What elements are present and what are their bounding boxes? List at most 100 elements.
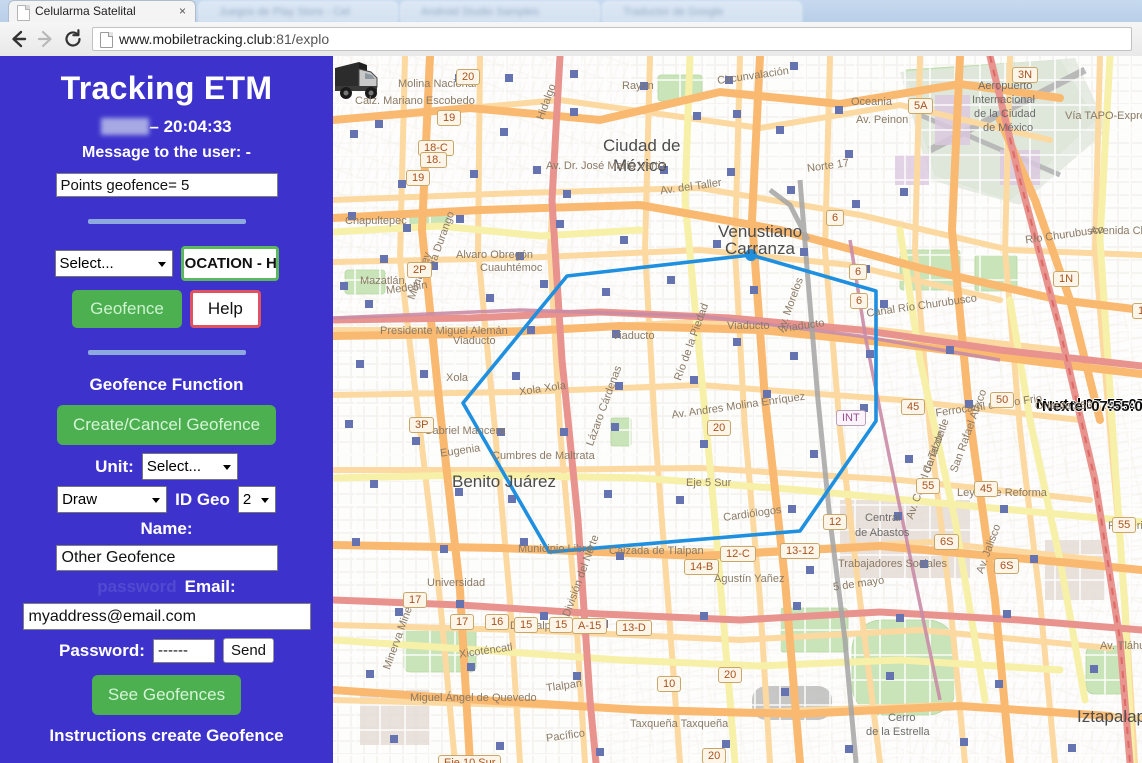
forward-arrow-icon[interactable] [34,28,56,50]
url-text: www.mobiletracking.club:81/explo [119,31,329,47]
create-cancel-geofence-button[interactable]: Create/Cancel Geofence [56,405,277,445]
page-title: Tracking ETM [60,70,273,106]
clock-separator: – [149,117,159,136]
url-host: www.mobiletracking.club [119,31,273,47]
unit-label: Unit: [95,456,134,476]
see-geofences-button[interactable]: See Geofences [91,675,242,715]
background-tab-1[interactable]: Juegos de Play Store - Cel [198,1,398,22]
map-route-shield: 20 [456,69,481,85]
draw-select[interactable]: Draw [57,486,168,513]
tab-strip: Juegos de Play Store - Cel Android Studi… [0,0,1142,22]
map-route-shield: 6S [934,534,960,550]
map-route-shield: 14-B [684,559,720,575]
background-tab-2-label: Android Studio Samples [421,6,540,18]
help-button[interactable]: Help [189,290,261,328]
divider-2 [87,350,246,355]
map-route-shield: 6S [994,558,1020,574]
map-route-shield: 12 [823,514,848,530]
page-info-icon [100,32,113,48]
password-input[interactable] [152,638,215,663]
redacted-username [101,118,150,135]
clock-value: 20:04:33 [163,117,232,136]
id-geo-select-wrapper: 2 [237,486,276,513]
location-history-button[interactable]: LOCATION - HISTORY [180,246,279,281]
map-route-shield: 19 [406,170,431,186]
map-route-shield: 3P [409,417,435,433]
active-tab-title: Celularma Satelital [35,4,136,18]
map-route-shield: 20 [702,748,727,763]
map-route-shield: 55 [916,478,941,494]
email-label-row: password Email: [0,577,333,597]
background-tab-3[interactable]: Traductor de Google [602,1,802,22]
map-route-shield: 20 [718,667,743,683]
map-route-shield: 17 [450,614,475,630]
draw-select-wrapper: Draw [57,486,168,513]
password-faded-label: password [97,577,177,596]
draw-idgeo-row: Draw ID Geo 2 [0,486,333,513]
map-route-shield: INT [836,410,866,426]
points-geofence-field[interactable] [55,173,278,197]
vehicle-marker-truck-icon[interactable] [333,56,385,102]
navigation-bar: www.mobiletracking.club:81/explo [0,22,1142,57]
map-route-shield: 17 [403,592,428,608]
map-route-shield: 20 [707,420,732,436]
background-tab-3-label: Traductor de Google [623,6,724,18]
map-route-shield: 50 [990,392,1015,408]
map-route-shield: 6 [826,210,845,226]
id-geo-label: ID Geo [175,489,230,509]
map-route-shield: 3N [1012,67,1039,83]
id-geo-select[interactable]: 2 [237,486,276,513]
unit-row: Unit: Select... [0,453,333,480]
map-route-shield: 15 [514,617,539,633]
instructions-link[interactable]: Instructions create Geofence [0,726,333,746]
map-route-shield: 10 [657,676,682,692]
map-route-shield: 6 [850,293,869,309]
unit-select-wrapper: Select... [141,453,238,480]
back-arrow-icon[interactable] [8,28,30,50]
email-label: Email: [184,577,236,596]
geofence-button[interactable]: Geofence [72,290,182,328]
reload-icon[interactable] [62,28,84,50]
browser-window: Juegos de Play Store - Cel Android Studi… [0,0,1142,763]
browser-chrome: Juegos de Play Store - Cel Android Studi… [0,0,1142,57]
map-route-shield: 12-C [720,546,756,562]
map-route-shield: 1N [1132,303,1142,319]
clock-line: – 20:04:33 [0,117,333,137]
geofence-function-title: Geofence Function [89,375,244,394]
background-tab-2[interactable]: Android Studio Samples [400,1,600,22]
send-button[interactable]: Send [222,638,275,663]
password-label: Password: [58,640,145,660]
map-route-shield: A-15 [572,618,608,634]
map-route-shield: 19 [437,110,462,126]
active-tab[interactable]: Celularma Satelital × [8,0,196,22]
unit-history-row: Select... LOCATION - HISTORY [0,246,333,281]
unit-select-top[interactable]: Select... [54,250,173,277]
divider-1 [87,219,246,224]
page-favicon-icon [17,5,30,21]
user-message: Message to the user: - [82,144,251,161]
password-row: Password: Send [0,638,333,663]
unit-select[interactable]: Select... [141,453,238,480]
url-path: :81/explo [272,31,330,47]
name-label: Name: [140,519,193,538]
map-tiles [333,56,1142,763]
map-route-shield: 18. [420,152,448,168]
map-route-shield: 5A [908,98,934,114]
map-route-shield: 13-D [616,620,652,636]
map-route-shield: 15 [549,617,574,633]
map-route-shield: 45 [974,481,999,497]
control-sidebar: Tracking ETM – 20:04:33 Message to the u… [0,56,333,763]
map-route-shield: Eje 10 Sur [438,755,502,763]
vehicle-label-secondary: Nextel 07:55:07:0 [1042,398,1142,415]
map-route-shield: 13-12 [780,543,821,559]
map-route-shield: 16 [485,614,510,630]
geofence-help-row: Geofence Help [0,290,333,328]
address-bar[interactable]: www.mobiletracking.club:81/explo [92,27,1132,51]
map-canvas[interactable]: Nextel 07:55:07:0 Nextel 07:55:07:0 Ciud… [333,56,1142,763]
map-route-shield: 1N [1053,271,1080,287]
close-tab-icon[interactable]: × [179,4,186,18]
map-route-shield: 45 [901,399,926,415]
unit-select-top-wrapper: Select... [54,250,173,277]
email-input[interactable] [22,603,311,630]
geofence-name-input[interactable] [55,545,278,571]
